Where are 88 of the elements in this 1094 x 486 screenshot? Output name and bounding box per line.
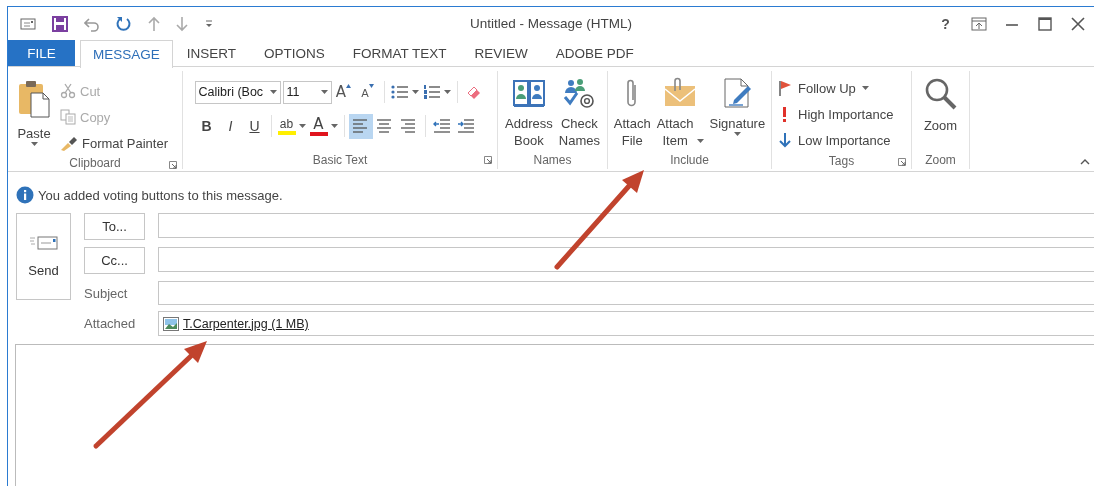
format-painter-button[interactable]: Format Painter	[58, 130, 170, 156]
up-arrow-icon[interactable]	[148, 15, 160, 32]
bold-button[interactable]: B	[194, 113, 219, 139]
clipboard-icon	[17, 79, 51, 119]
ribbon-tab[interactable]: FORMAT TEXT	[338, 40, 461, 66]
maximize-icon[interactable]	[1037, 16, 1052, 31]
bullet-list-icon	[390, 84, 409, 100]
customize-icon[interactable]	[204, 18, 214, 29]
magnifier-icon	[923, 77, 958, 111]
ribbon-tab[interactable]: OPTIONS	[250, 40, 339, 66]
subject-field[interactable]	[158, 281, 1094, 305]
file-tab[interactable]: FILE	[8, 40, 75, 66]
font-name-field[interactable]: Calibri (Boc	[194, 80, 281, 104]
info-message: You added voting buttons to this message.	[38, 187, 283, 203]
collapse-ribbon-icon[interactable]	[1080, 159, 1090, 165]
ribbon-tab[interactable]: REVIEW	[460, 40, 542, 66]
group-label: Clipboard	[69, 156, 121, 170]
check-names-button[interactable]: Check Names	[555, 73, 603, 151]
down-arrow-icon	[778, 132, 792, 148]
highlight-button[interactable]: ab	[275, 113, 308, 139]
attachment-link[interactable]: T.Carpenter.jpg (1 MB)	[183, 316, 309, 331]
follow-up-button[interactable]: Follow Up	[776, 75, 911, 101]
save-icon[interactable]	[52, 15, 68, 32]
group-label: Basic Text	[312, 153, 368, 167]
font-color-button[interactable]: A	[307, 113, 340, 139]
attach-item-button[interactable]: Attach Item	[653, 73, 707, 151]
cc-button[interactable]: Cc...	[84, 247, 145, 274]
caret-icon	[320, 90, 328, 94]
ribbon-display-icon[interactable]	[970, 16, 987, 31]
ribbon-tab[interactable]: MESSAGE	[80, 40, 173, 68]
signature-icon	[721, 77, 754, 109]
caret-icon	[269, 90, 277, 94]
signature-button[interactable]: Signature	[706, 73, 769, 151]
window-title: Untitled - Message (HTML)	[469, 16, 632, 31]
group-label: Tags	[828, 154, 855, 168]
increase-indent-icon	[456, 118, 475, 134]
triangle-icon	[346, 83, 352, 88]
ribbon-tab[interactable]: INSERT	[172, 40, 251, 66]
high-importance-button[interactable]: High Importance	[776, 101, 911, 127]
close-icon[interactable]	[1070, 16, 1085, 31]
help-button[interactable]: ?	[941, 15, 950, 32]
send-button[interactable]: Send	[16, 213, 71, 300]
recipient-field[interactable]	[158, 247, 1094, 272]
align-left-icon	[351, 118, 370, 134]
align-center-icon	[375, 118, 394, 134]
attach-file-button[interactable]: Attach File	[610, 73, 654, 151]
launcher-icon[interactable]	[484, 156, 492, 164]
address-book-button[interactable]: Address Book	[502, 73, 556, 151]
attachment-field[interactable]: T.Carpenter.jpg (1 MB)	[158, 311, 1094, 336]
align-right-icon	[399, 118, 418, 134]
low-importance-button[interactable]: Low Importance	[776, 127, 911, 153]
triangle-icon	[368, 83, 374, 88]
align-left-button[interactable]	[348, 113, 373, 139]
shrink-font-button[interactable]: A	[355, 79, 380, 105]
redo-icon[interactable]	[116, 15, 132, 32]
image-file-icon	[163, 316, 179, 331]
mail-icon[interactable]	[20, 15, 36, 32]
caret-icon	[696, 139, 704, 143]
group-label: Include	[670, 153, 709, 167]
down-arrow-icon[interactable]	[176, 15, 188, 32]
scissors-icon	[60, 83, 76, 99]
numbered-list-icon	[422, 84, 441, 100]
flag-icon	[778, 80, 792, 96]
field-label: Attached	[84, 315, 137, 333]
underline-button[interactable]: U	[242, 113, 267, 139]
launcher-icon[interactable]	[169, 161, 177, 169]
paste-button[interactable]: Paste	[14, 73, 54, 156]
recipient-field[interactable]	[158, 213, 1094, 238]
decrease-indent-icon	[432, 118, 451, 134]
font-size-field[interactable]: 11	[282, 80, 332, 104]
envelope-clip-icon	[663, 77, 698, 109]
grow-font-button[interactable]: A	[331, 79, 356, 105]
address-book-icon	[511, 77, 546, 109]
ribbon-tab[interactable]: ADOBE PDF	[541, 40, 648, 66]
envelope-icon	[29, 235, 58, 251]
info-icon	[16, 186, 34, 204]
brush-icon	[60, 135, 78, 151]
group-label: Names	[533, 153, 572, 167]
launcher-icon[interactable]	[898, 158, 906, 166]
undo-icon[interactable]	[84, 15, 100, 32]
to-button[interactable]: To...	[84, 213, 145, 240]
caret-icon	[733, 132, 741, 136]
group-label: Zoom	[925, 153, 956, 167]
italic-button[interactable]: I	[218, 113, 243, 139]
people-check-icon	[562, 77, 597, 109]
field-label: Subject	[84, 284, 129, 303]
zoom-button[interactable]: Zoom	[920, 73, 961, 151]
copy-icon	[60, 109, 76, 125]
